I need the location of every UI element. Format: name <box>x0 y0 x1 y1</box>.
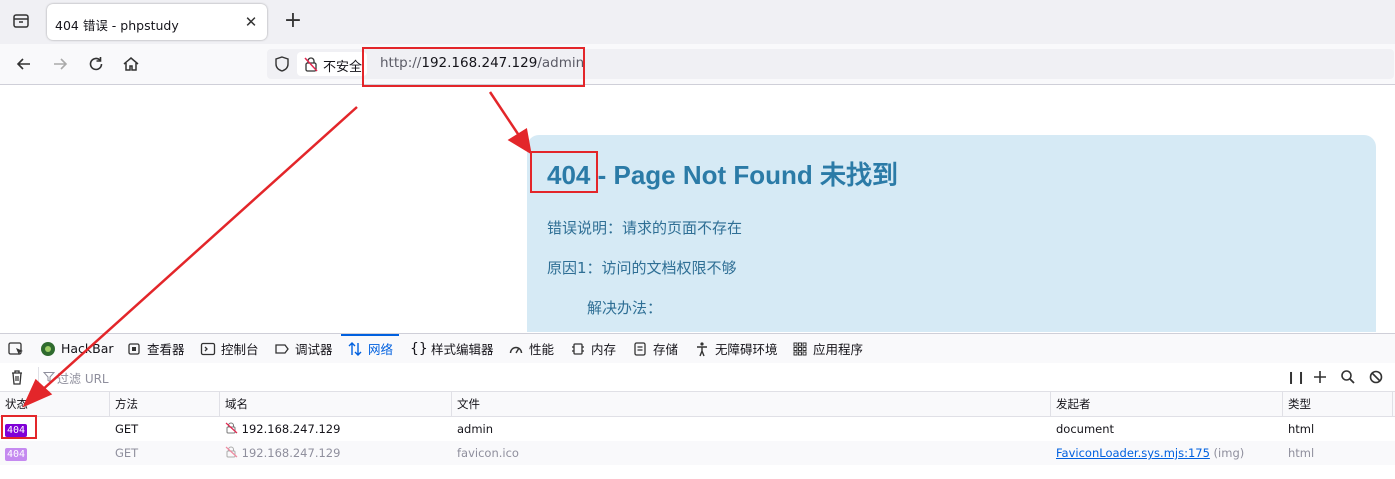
arrow-head <box>22 378 53 408</box>
annotation-arrows <box>22 91 532 408</box>
arrow-to-error-code <box>488 91 524 141</box>
arrow-head <box>507 127 532 155</box>
arrow-to-status <box>39 106 358 393</box>
